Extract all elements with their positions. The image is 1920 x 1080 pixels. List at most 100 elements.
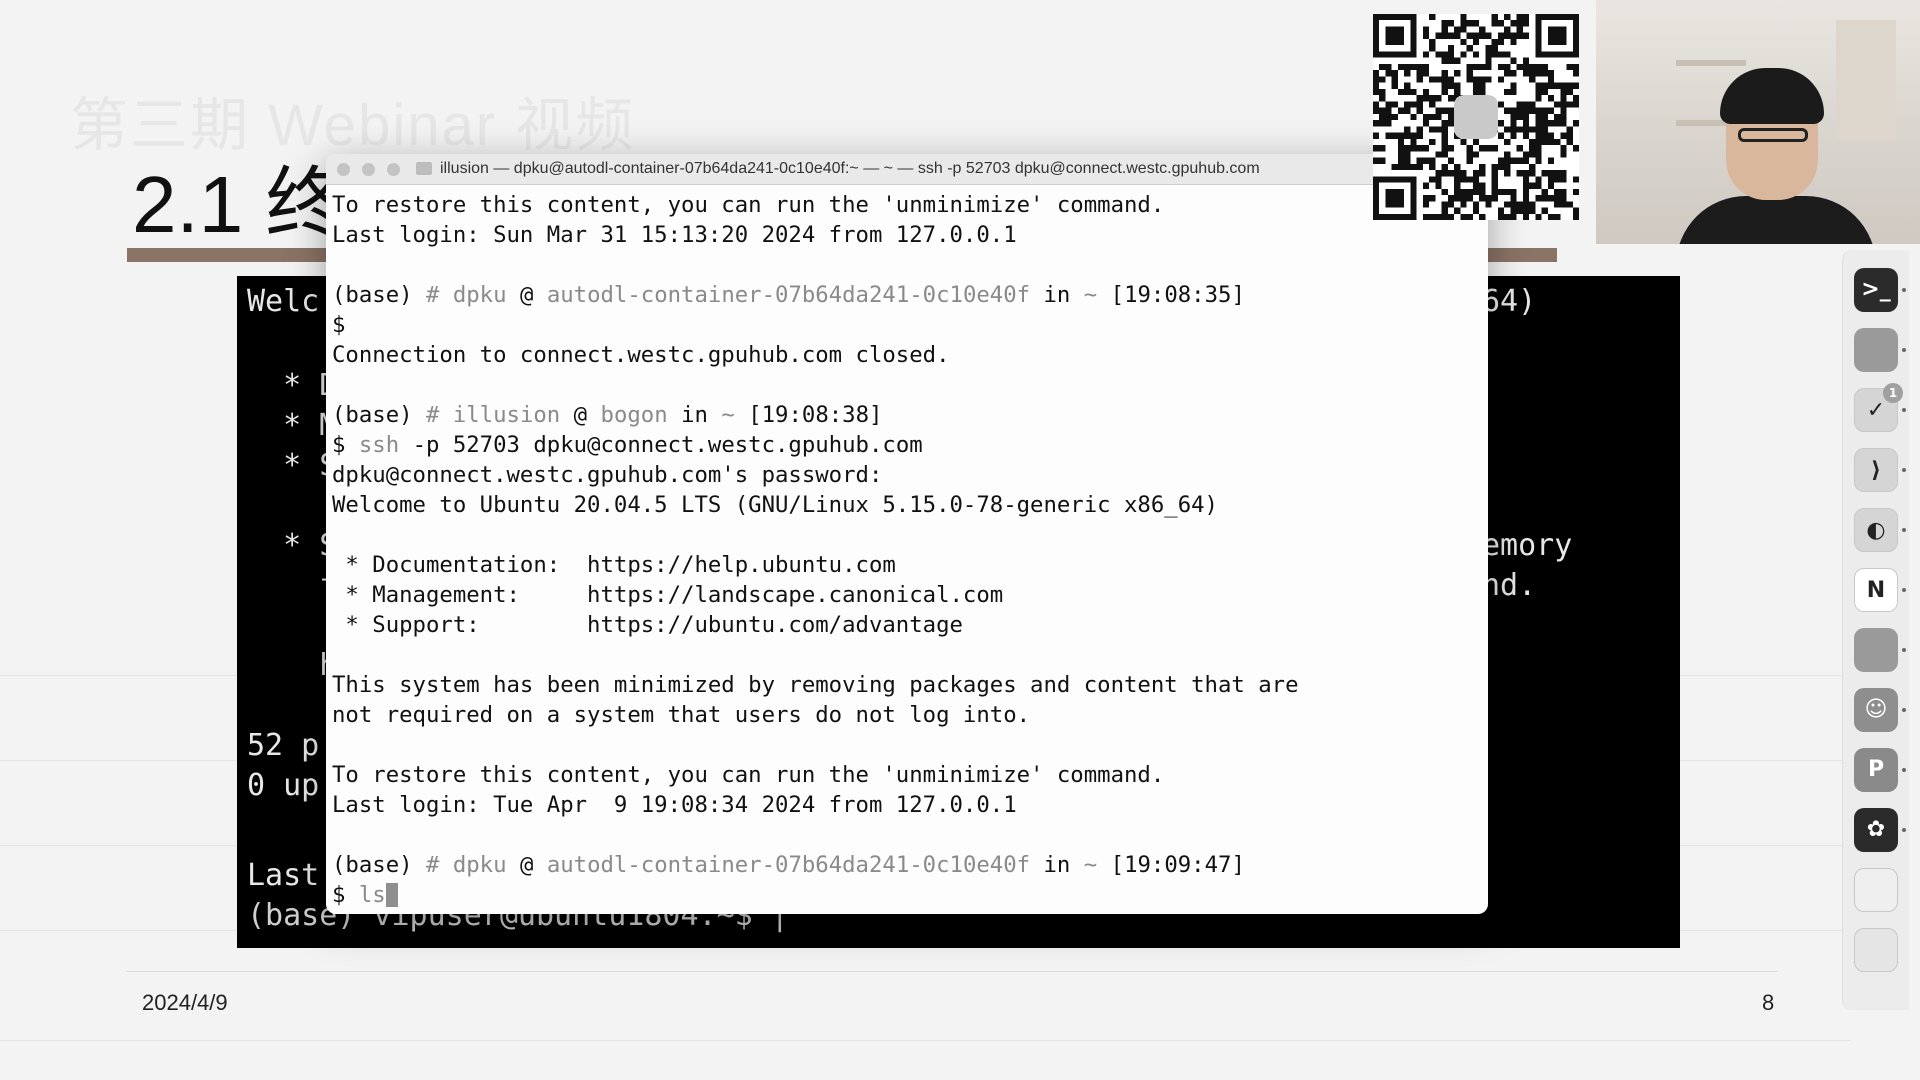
terminal-text-segment: (base): [332, 282, 426, 308]
bg-terminal-line: * S: [247, 528, 338, 563]
terminal-text-segment: ~: [1083, 852, 1098, 878]
terminal-line: This system has been minimized by removi…: [332, 672, 1299, 698]
app-dock: >_ ✓ 1 ⟩ ◐ N ☺ P ✿: [1842, 250, 1909, 1010]
powerpoint-app-icon[interactable]: P: [1854, 748, 1898, 792]
bg-terminal-line: h: [247, 648, 338, 683]
trash-app-icon[interactable]: [1854, 928, 1898, 972]
ticktick-app-icon[interactable]: ✓ 1: [1854, 383, 1903, 432]
terminal-text-segment: [19:08:38]: [734, 402, 883, 428]
terminal-line: Connection to connect.westc.gpuhub.com c…: [332, 342, 950, 368]
terminal-text-segment: -p 52703 dpku@connect.westc.gpuhub.com: [399, 432, 923, 458]
terminal-line: * Support: https://ubuntu.com/advantage: [332, 612, 963, 638]
folder-icon: [416, 162, 432, 175]
presenter-body: [1676, 196, 1876, 244]
terminal-text-segment: dpku: [452, 282, 507, 308]
terminal-text-segment: #: [425, 402, 453, 428]
chatgpt-app-icon[interactable]: ✿: [1854, 808, 1898, 852]
terminal-text-segment: autodl-container-07b64da241-0c10e40f: [546, 852, 1031, 878]
terminal-line: Welcome to Ubuntu 20.04.5 LTS (GNU/Linux…: [332, 492, 1218, 518]
bg-terminal-fragment: nd.: [1482, 568, 1537, 603]
bg-terminal-line: f: [247, 568, 338, 603]
bg-terminal-line: 0 up: [247, 768, 320, 803]
terminal-cursor: [385, 883, 398, 907]
discord-app-icon[interactable]: ☺: [1854, 688, 1898, 732]
terminal-text-segment: $: [332, 432, 359, 458]
terminal-text-segment: in: [1030, 282, 1084, 308]
bg-terminal-line: * D: [247, 368, 338, 403]
terminal-window[interactable]: illusion — dpku@autodl-container-07b64da…: [326, 154, 1488, 914]
bg-terminal-line: * M: [247, 408, 338, 443]
terminal-text-segment: in: [667, 402, 722, 428]
terminal-text-segment: ssh: [358, 432, 400, 458]
notes-app-icon[interactable]: [1854, 868, 1898, 912]
close-window-button[interactable]: [337, 163, 350, 176]
running-indicator: [1902, 468, 1906, 472]
terminal-titlebar[interactable]: illusion — dpku@autodl-container-07b64da…: [326, 154, 1488, 185]
terminal-line: (base) # illusion @ bogon in ~ [19:08:38…: [332, 400, 1482, 430]
terminal-line: $: [332, 312, 346, 338]
slide-page-number: 8: [1762, 990, 1775, 1015]
terminal-app-icon[interactable]: >_: [1854, 268, 1898, 312]
wechat-app-icon[interactable]: [1854, 328, 1898, 372]
qr-finder-pattern: [1547, 26, 1567, 46]
vscode-app-icon[interactable]: ⟩: [1854, 448, 1898, 492]
terminal-text-segment: @: [506, 852, 547, 878]
screen: 第三期 Webinar 视频 2.1 终 Welc * D * M * S * …: [0, 0, 1920, 1080]
terminal-line: Last login: Tue Apr 9 19:08:34 2024 from…: [332, 792, 1017, 818]
terminal-text-segment: (base): [332, 852, 426, 878]
slide-footer-divider: [127, 971, 1777, 972]
terminal-window-title: illusion — dpku@autodl-container-07b64da…: [440, 160, 1260, 177]
minimize-window-button[interactable]: [362, 163, 375, 176]
qr-finder-pattern: [1385, 188, 1405, 208]
bg-terminal-line: Last: [247, 858, 320, 893]
slide-date: 2024/4/9: [142, 990, 228, 1015]
zoom-window-button[interactable]: [387, 163, 400, 176]
qr-code: [1373, 14, 1579, 220]
terminal-text-segment: illusion: [452, 402, 561, 428]
terminal-text-segment: ~: [1083, 282, 1098, 308]
running-indicator: [1902, 408, 1906, 412]
terminal-line: To restore this content, you can run the…: [332, 762, 1165, 788]
terminal-line: * Documentation: https://help.ubuntu.com: [332, 552, 896, 578]
running-indicator: [1902, 528, 1906, 532]
bg-terminal-line: 52 p: [247, 728, 320, 763]
slide-rule-line: [0, 1040, 1850, 1041]
terminal-line: (base) # dpku @ autodl-container-07b64da…: [332, 280, 1482, 310]
terminal-line: not required on a system that users do n…: [332, 702, 1031, 728]
background-shelf: [1676, 60, 1746, 66]
running-indicator: [1902, 708, 1906, 712]
terminal-line: Last login: Sun Mar 31 15:13:20 2024 fro…: [332, 222, 1017, 248]
terminal-text-segment: autodl-container-07b64da241-0c10e40f: [546, 282, 1031, 308]
terminal-text-segment: ls: [358, 882, 386, 908]
terminal-text-segment: [19:08:35]: [1097, 282, 1245, 308]
terminal-line: $ ls: [332, 880, 1482, 910]
edge-app-icon[interactable]: ◐: [1854, 508, 1898, 552]
bg-terminal-line: Welc: [247, 284, 320, 319]
terminal-text-segment: in: [1030, 852, 1084, 878]
terminal-text-segment: [19:09:47]: [1097, 852, 1245, 878]
running-indicator: [1902, 768, 1906, 772]
terminal-text-segment: #: [425, 282, 453, 308]
finder-app-icon[interactable]: [1854, 628, 1898, 672]
terminal-line: (base) # dpku @ autodl-container-07b64da…: [332, 850, 1482, 880]
bg-terminal-fragment: 64): [1482, 284, 1537, 319]
running-indicator: [1902, 828, 1906, 832]
terminal-text-segment: dpku: [452, 852, 507, 878]
running-indicator: [1902, 348, 1906, 352]
terminal-line: dpku@connect.westc.gpuhub.com's password…: [332, 462, 883, 488]
terminal-line: To restore this content, you can run the…: [332, 192, 1165, 218]
terminal-output[interactable]: To restore this content, you can run the…: [332, 190, 1482, 908]
webcam-overlay: [1596, 0, 1920, 244]
slide-title: 2.1 终: [132, 160, 346, 249]
qr-center-logo: [1454, 95, 1498, 139]
terminal-text-segment: @: [560, 402, 601, 428]
terminal-line: $ ssh -p 52703 dpku@connect.westc.gpuhub…: [332, 430, 1482, 460]
terminal-line: * Management: https://landscape.canonica…: [332, 582, 1004, 608]
notion-app-icon[interactable]: N: [1854, 568, 1898, 612]
bg-terminal-fragment: emory: [1482, 528, 1573, 563]
background-wall-item: [1836, 20, 1896, 140]
